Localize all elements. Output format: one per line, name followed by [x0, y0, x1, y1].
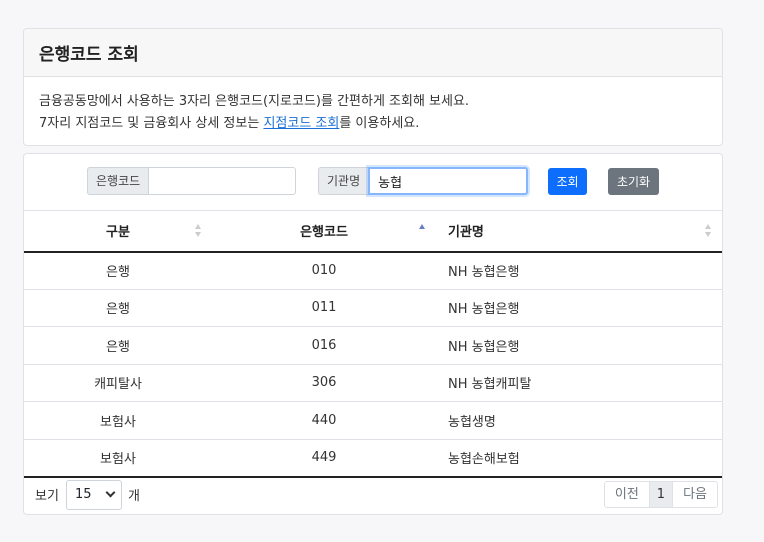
sort-icon — [705, 223, 712, 239]
cell-org-name: 농협손해보험 — [448, 452, 520, 467]
chevron-down-icon — [105, 487, 116, 498]
column-header-org-name-label: 기관명 — [448, 225, 484, 241]
page-size-value: 15 — [75, 487, 92, 502]
info-line-2-before: 7자리 지점코드 및 금융회사 상세 정보는 — [39, 116, 264, 131]
cell-org-name: NH 농협은행 — [448, 302, 520, 318]
org-name-label: 기관명 — [318, 167, 369, 195]
org-name-group: 기관명 — [318, 167, 529, 195]
info-description: 금융공동망에서 사용하는 3자리 은행코드(지로코드)를 간편하게 조회해 보세… — [24, 77, 722, 149]
pagination: 이전 1 다음 — [603, 481, 718, 508]
branch-code-link[interactable]: 지점코드 조회 — [263, 116, 339, 131]
info-line-2: 7자리 지점코드 및 금융회사 상세 정보는 지점코드 조회를 이용하세요. — [39, 113, 707, 135]
table-row: 은행 016 NH 농협은행 — [24, 327, 722, 364]
next-page-button[interactable]: 다음 — [673, 482, 717, 507]
cell-org-name: NH 농협은행 — [448, 339, 520, 355]
cell-bank-code: 306 — [311, 375, 337, 391]
cell-bank-code: 016 — [311, 337, 337, 353]
table-header-row: 구분 은행코드 기관명 — [24, 210, 722, 252]
cell-bank-code: 011 — [311, 300, 337, 316]
column-header-org-name[interactable]: 기관명 — [436, 211, 722, 252]
org-name-input[interactable] — [368, 167, 529, 195]
cell-category: 은행 — [106, 302, 130, 318]
cell-org-name: NH 농협캐피탈 — [448, 377, 532, 393]
info-line-1: 금융공동망에서 사용하는 3자리 은행코드(지로코드)를 간편하게 조회해 보세… — [39, 94, 470, 109]
unit-label: 개 — [128, 489, 140, 504]
cell-category: 보험사 — [100, 414, 136, 430]
info-line-2-after: 를 이용하세요. — [339, 116, 420, 131]
bank-code-label: 은행코드 — [87, 167, 149, 195]
table-row: 은행 011 NH 농협은행 — [24, 289, 722, 327]
search-results-card: 은행코드 기관명 조회 초기화 구분 은행코드 기관명 — [23, 153, 723, 515]
search-form: 은행코드 기관명 조회 초기화 — [24, 154, 722, 210]
table-row: 보험사 440 농협생명 — [24, 402, 722, 439]
bank-code-input[interactable] — [148, 167, 297, 195]
column-header-category[interactable]: 구분 — [24, 211, 212, 252]
table-row: 은행 010 NH 농협은행 — [24, 252, 722, 289]
column-header-bank-code[interactable]: 은행코드 — [212, 211, 436, 252]
bank-code-table: 구분 은행코드 기관명 은행 010 NH 농협은행 은행 011 NH 농협은… — [24, 210, 722, 478]
cell-bank-code: 440 — [311, 412, 337, 428]
bank-code-group: 은행코드 — [87, 167, 297, 195]
page-size-select[interactable]: 15 — [66, 480, 122, 510]
cell-bank-code: 010 — [311, 263, 337, 278]
cell-org-name: 농협생명 — [448, 414, 496, 430]
prev-page-button[interactable]: 이전 — [604, 482, 650, 507]
search-button[interactable]: 조회 — [548, 168, 587, 195]
page-1-button[interactable]: 1 — [649, 482, 674, 507]
table-row: 캐피탈사 306 NH 농협캐피탈 — [24, 364, 722, 402]
cell-category: 캐피탈사 — [94, 377, 142, 393]
sort-ascending-icon — [419, 223, 426, 239]
page-title: 은행코드 조회 — [24, 29, 722, 77]
reset-button[interactable]: 초기화 — [608, 168, 659, 195]
table-row: 보험사 449 농협손해보험 — [24, 439, 722, 477]
cell-category: 은행 — [106, 339, 130, 355]
column-header-category-label: 구분 — [106, 225, 130, 241]
view-label: 보기 — [35, 489, 59, 504]
sort-icon — [195, 223, 202, 239]
cell-org-name: NH 농협은행 — [448, 265, 520, 280]
cell-category: 보험사 — [100, 452, 136, 467]
table-footer: 보기 15 개 이전 1 다음 — [24, 474, 722, 514]
cell-bank-code: 449 — [311, 450, 337, 465]
info-card: 은행코드 조회 금융공동망에서 사용하는 3자리 은행코드(지로코드)를 간편하… — [23, 28, 723, 146]
column-header-bank-code-label: 은행코드 — [300, 225, 348, 241]
cell-category: 은행 — [106, 265, 130, 280]
